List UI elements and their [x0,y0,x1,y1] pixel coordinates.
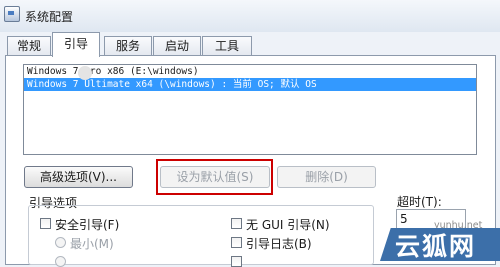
boot-log-checkbox[interactable] [231,237,242,248]
tab-tools[interactable]: 工具 [202,36,252,56]
no-gui-boot-label: 无 GUI 引导(N) [246,218,330,232]
tab-services[interactable]: 服务 [104,36,152,56]
tab-general[interactable]: 常规 [7,36,51,56]
tab-startup[interactable]: 启动 [153,36,201,56]
os-list[interactable]: Windows 7 Pro x86 (E:\windows) Windows 7… [23,64,477,155]
minimal-radio[interactable] [55,237,66,248]
delete-button[interactable]: 删除(D) [277,166,376,188]
highlight-box [156,159,273,195]
cursor-smudge [78,66,92,80]
title-bar: 系统配置 [0,0,500,32]
minimal-label: 最小(M) [70,237,114,251]
safe-boot-label: 安全引导(F) [55,218,120,232]
tab-strip: 常规 引导 服务 启动 工具 [0,32,500,57]
alternate-shell-radio[interactable] [55,256,66,267]
advanced-options-button[interactable]: 高级选项(V)... [24,166,133,188]
watermark-logo-text: 云狐网 [395,232,477,261]
no-gui-boot-checkbox[interactable] [231,218,242,229]
tab-boot[interactable]: 引导 [52,32,100,57]
boot-log-label: 引导日志(B) [246,237,312,251]
timeout-label: 超时(T): [397,195,442,209]
system-config-icon [4,6,20,22]
os-list-item-selected[interactable]: Windows 7 Ultimate x64 (\windows) : 当前 O… [24,78,476,91]
base-video-checkbox[interactable] [231,256,242,267]
safe-boot-checkbox[interactable] [40,218,51,229]
window-title: 系统配置 [25,10,74,24]
